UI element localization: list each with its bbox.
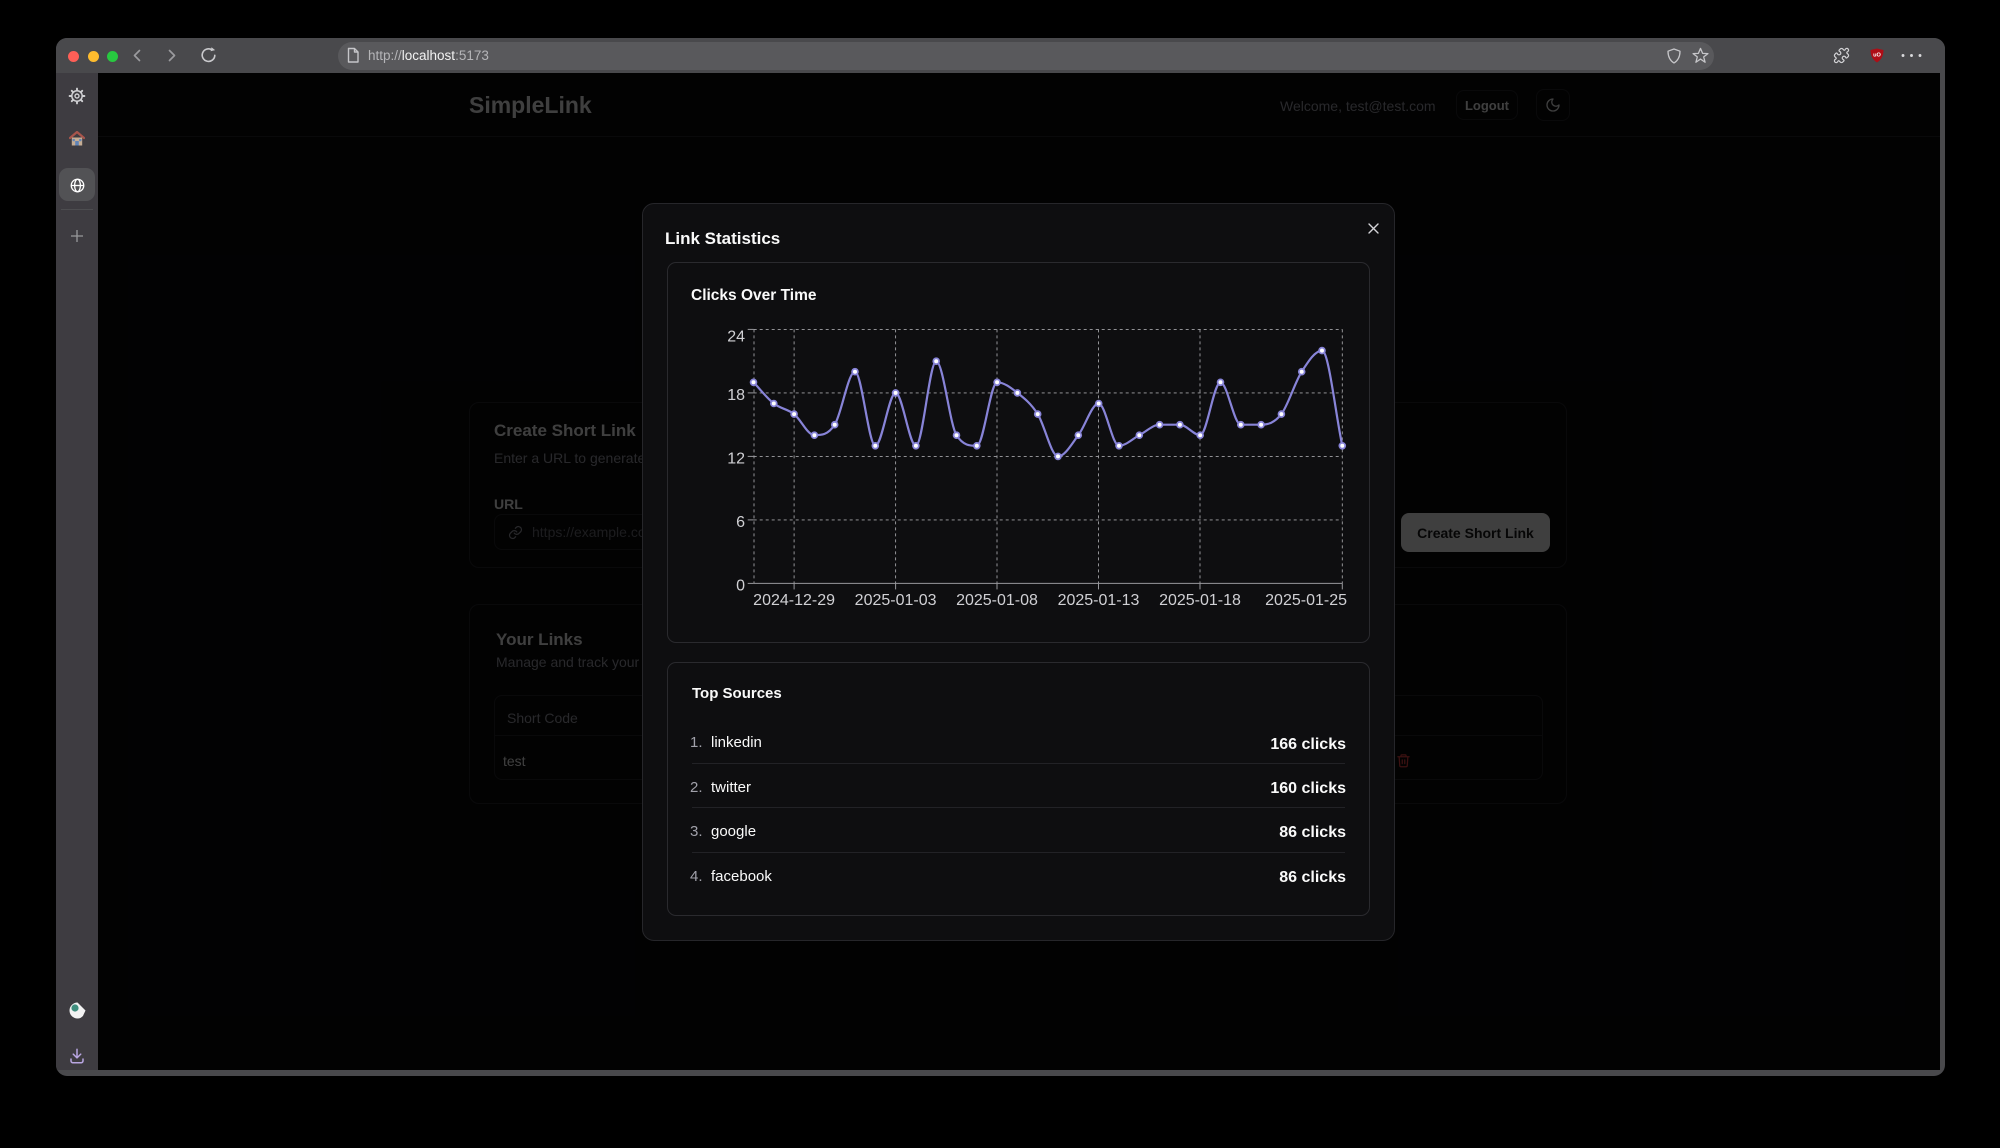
svg-text:2025-01-18: 2025-01-18 <box>1159 592 1241 609</box>
svg-text:18: 18 <box>727 387 745 404</box>
svg-text:2025-01-03: 2025-01-03 <box>855 592 937 609</box>
svg-text:2025-01-08: 2025-01-08 <box>956 592 1038 609</box>
svg-text:12: 12 <box>727 451 745 468</box>
svg-text:2025-01-13: 2025-01-13 <box>1058 592 1140 609</box>
svg-text:24: 24 <box>727 329 745 346</box>
svg-text:2024-12-29: 2024-12-29 <box>753 592 835 609</box>
svg-text:6: 6 <box>736 514 745 531</box>
svg-text:2025-01-25: 2025-01-25 <box>1265 592 1347 609</box>
svg-text:uO: uO <box>1873 53 1881 59</box>
svg-text:0: 0 <box>736 578 745 595</box>
